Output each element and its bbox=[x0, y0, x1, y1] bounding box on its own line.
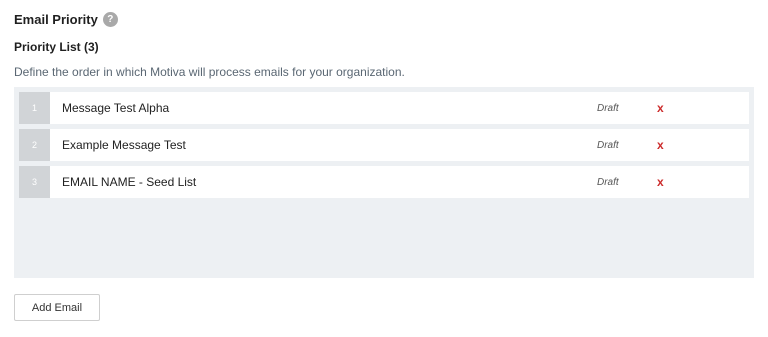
page-title: Email Priority ? bbox=[14, 12, 118, 27]
remove-icon[interactable]: x bbox=[655, 101, 666, 115]
email-status: Draft bbox=[597, 139, 619, 151]
priority-list-item[interactable]: 1 Message Test Alpha Draft x bbox=[19, 92, 749, 124]
rank-number: 1 bbox=[19, 92, 50, 124]
rank-number: 3 bbox=[19, 166, 50, 198]
email-status: Draft bbox=[597, 102, 619, 114]
page-title-text: Email Priority bbox=[14, 12, 98, 27]
remove-icon[interactable]: x bbox=[655, 138, 666, 152]
email-name: Example Message Test bbox=[62, 138, 186, 152]
email-name: EMAIL NAME - Seed List bbox=[62, 175, 197, 189]
add-email-button[interactable]: Add Email bbox=[14, 294, 100, 321]
priority-list-item[interactable]: 2 Example Message Test Draft x bbox=[19, 129, 749, 161]
remove-icon[interactable]: x bbox=[655, 175, 666, 189]
help-icon[interactable]: ? bbox=[102, 12, 118, 27]
priority-list-item[interactable]: 3 EMAIL NAME - Seed List Draft x bbox=[19, 166, 749, 198]
priority-list: 1 Message Test Alpha Draft x 2 Example M… bbox=[14, 87, 754, 278]
email-name: Message Test Alpha bbox=[62, 101, 170, 115]
priority-list-description: Define the order in which Motiva will pr… bbox=[14, 65, 405, 79]
priority-list-title: Priority List (3) bbox=[14, 40, 99, 54]
email-status: Draft bbox=[597, 176, 619, 188]
rank-number: 2 bbox=[19, 129, 50, 161]
